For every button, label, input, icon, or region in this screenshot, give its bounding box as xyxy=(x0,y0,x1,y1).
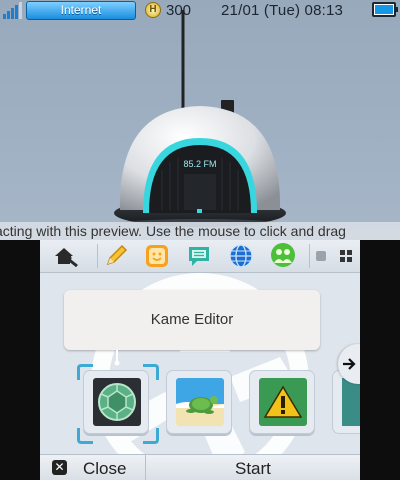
start-label: Start xyxy=(235,459,271,478)
app-tile-turtle[interactable] xyxy=(166,370,232,434)
signal-bars-icon xyxy=(3,2,23,19)
close-label: Close xyxy=(83,459,127,478)
selection-corner xyxy=(143,428,159,444)
close-button[interactable]: ✕ Close xyxy=(40,455,146,480)
start-button[interactable]: Start xyxy=(146,455,360,480)
app-tile-warning[interactable] xyxy=(249,370,315,434)
turtle-shell-icon xyxy=(93,378,141,426)
sea-turtle-icon xyxy=(176,378,224,426)
battery-icon xyxy=(372,2,398,17)
selection-corner xyxy=(77,428,93,444)
preview-instruction-banner: acting with this preview. Use the mouse … xyxy=(0,222,400,240)
dome-radio-model[interactable]: 85.2 FM xyxy=(100,10,300,240)
close-icon: ✕ xyxy=(52,460,67,475)
top-screen-preview[interactable]: Internet H 300 21/01 (Tue) 08:13 85.2 FM xyxy=(0,0,400,240)
selection-corner xyxy=(143,364,159,380)
bottom-action-bar: ✕ Close Start xyxy=(40,454,360,480)
arrow-right-icon xyxy=(343,358,356,370)
background-pattern xyxy=(91,273,309,480)
grid-view-icon[interactable] xyxy=(340,250,352,262)
warning-icon xyxy=(259,378,307,426)
bottom-screen: Kame Editor ✕ Close Start xyxy=(40,240,360,480)
selection-corner xyxy=(77,364,93,380)
radio-frequency-display: 85.2 FM xyxy=(183,159,216,169)
banner-text: acting with this preview. Use the mouse … xyxy=(0,223,346,239)
selected-app-title: Kame Editor xyxy=(64,290,320,350)
title-pointer xyxy=(114,350,120,366)
